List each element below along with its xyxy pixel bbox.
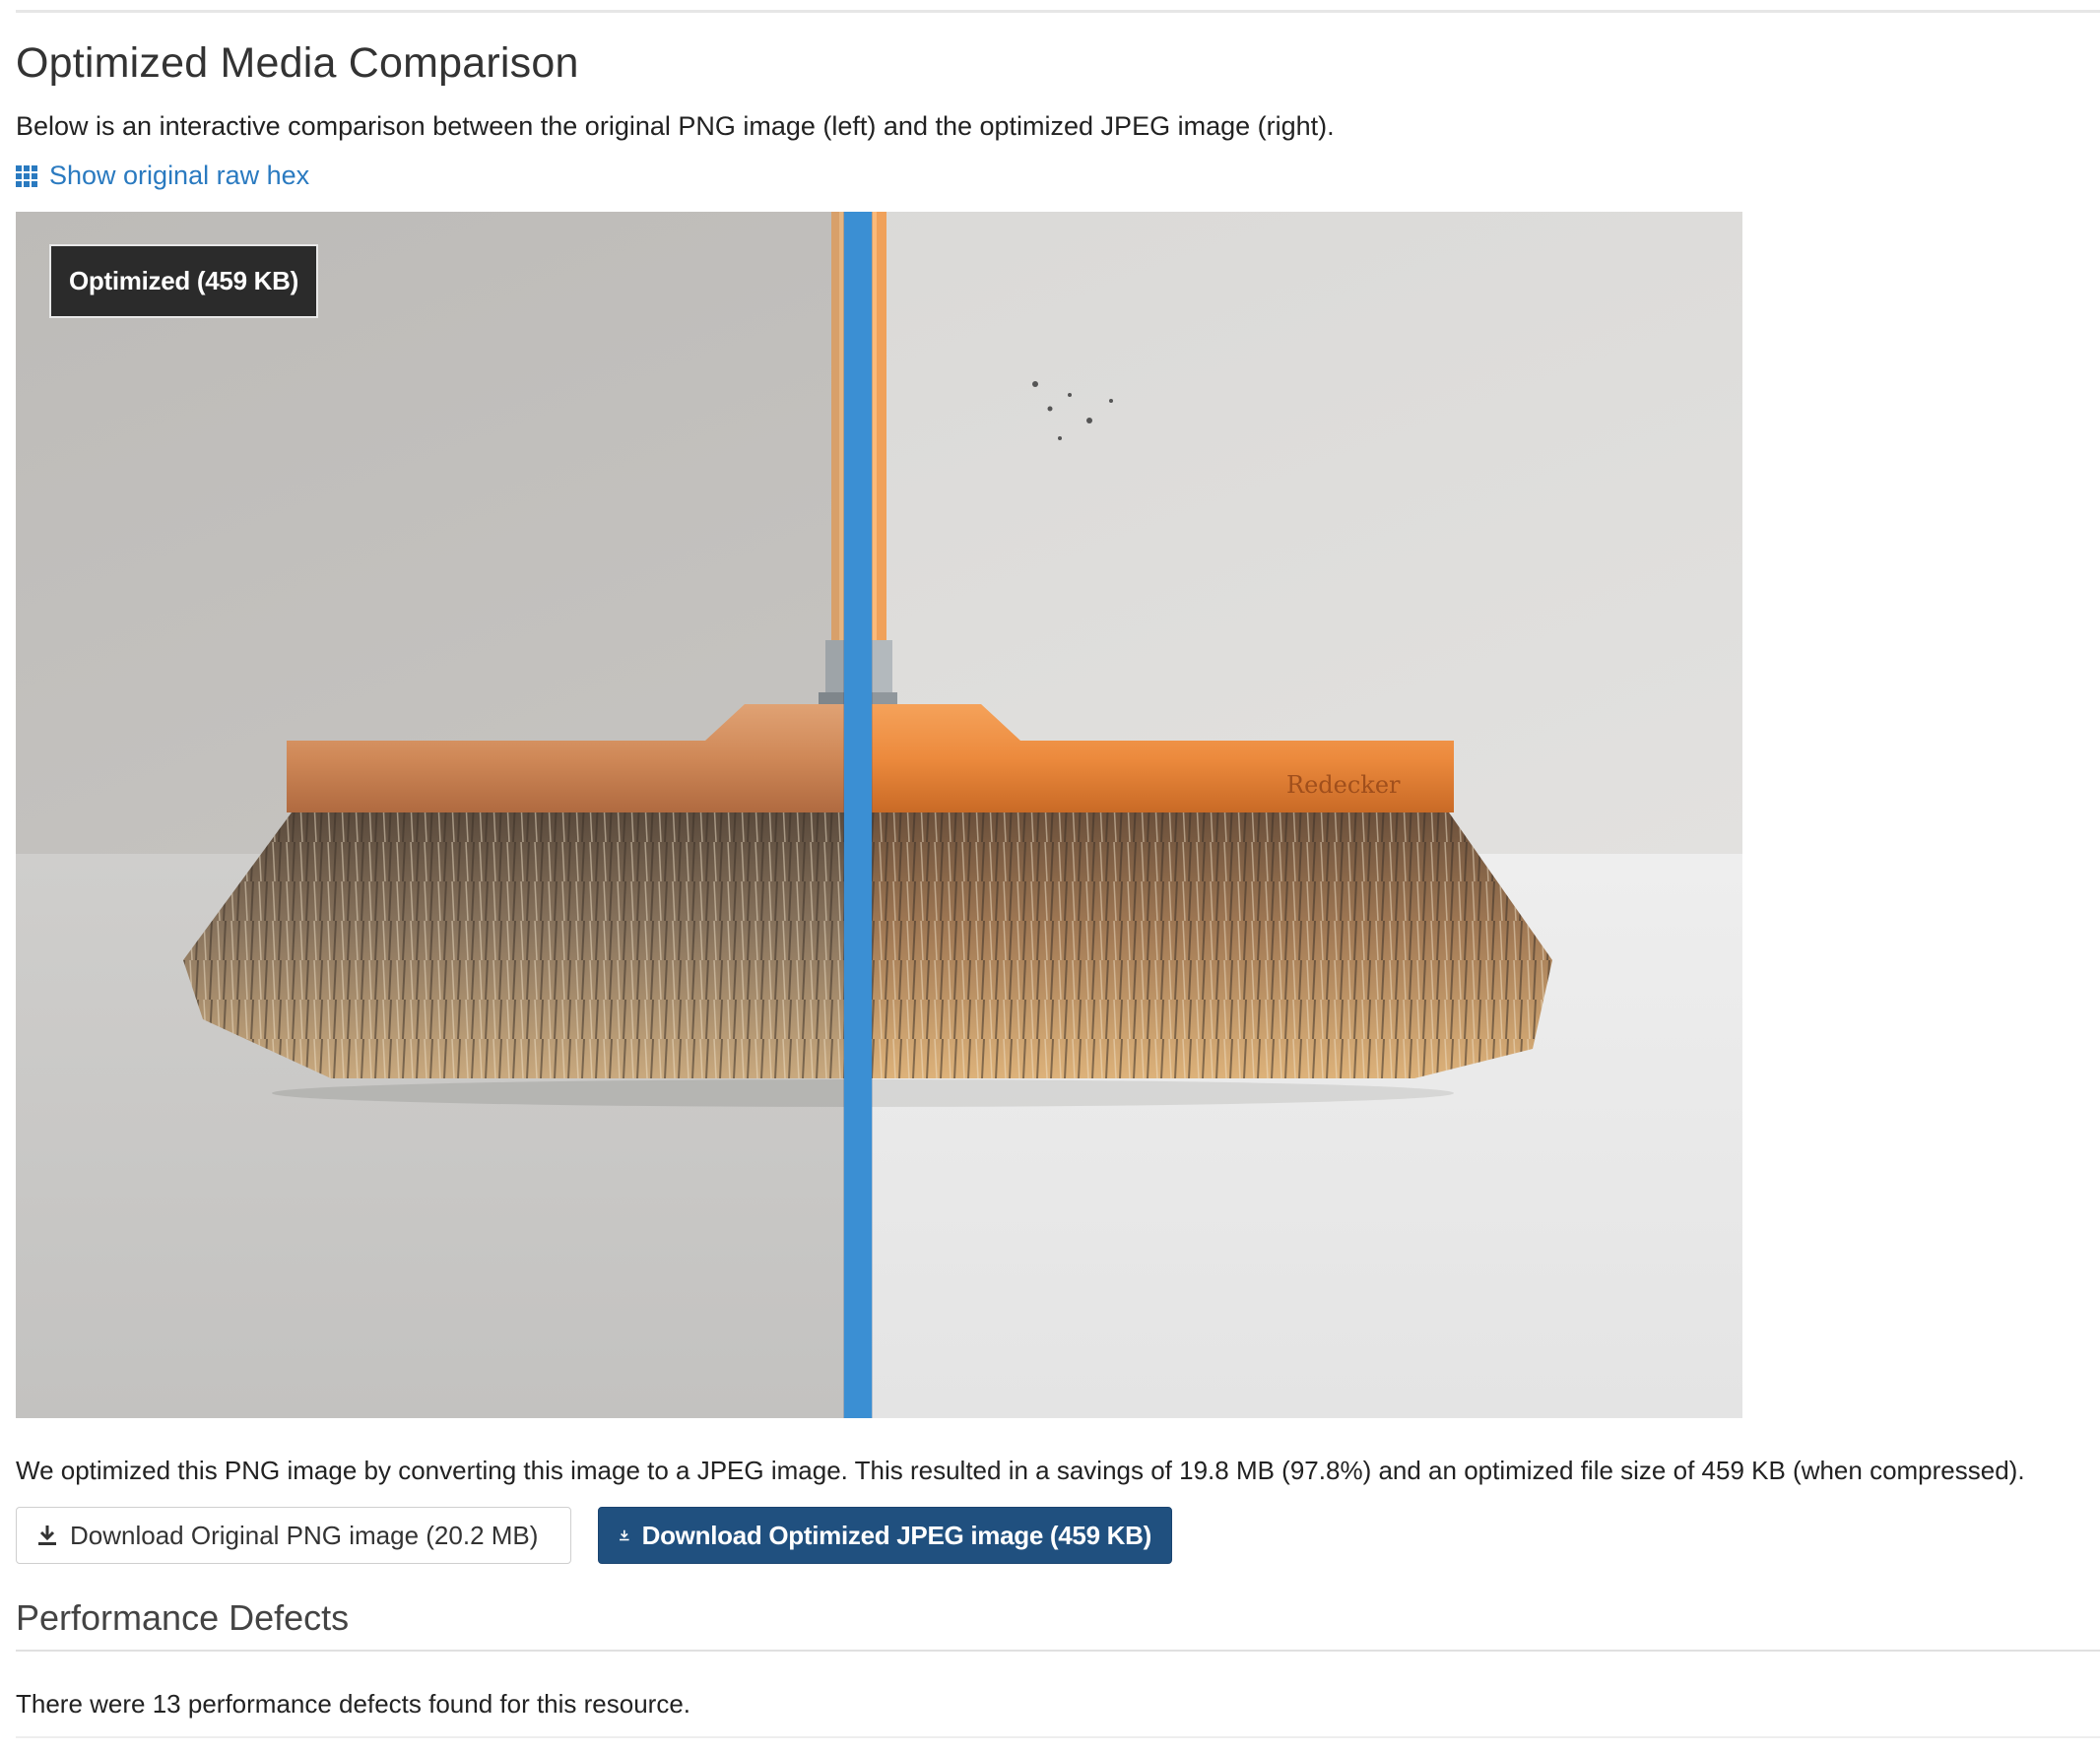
image-comparison-slider[interactable]: Redecker Optimized (459 KB) (16, 212, 1742, 1418)
comparison-divider-handle[interactable] (844, 212, 872, 1418)
intro-text: Below is an interactive comparison betwe… (16, 111, 1335, 141)
performance-divider (16, 1650, 2100, 1652)
brand-text: Redecker (1286, 771, 1401, 799)
show-raw-hex-label: Show original raw hex (49, 161, 310, 190)
broom-image: Redecker (16, 212, 1742, 1418)
grid-icon (16, 164, 37, 187)
optimized-label: Optimized (459 KB) (49, 244, 318, 318)
bottom-divider (16, 1736, 2100, 1738)
download-icon (38, 1526, 56, 1545)
download-icon (620, 1529, 629, 1541)
show-raw-hex-link[interactable]: Show original raw hex (16, 161, 309, 191)
download-optimized-button[interactable]: Download Optimized JPEG image (459 KB) (598, 1507, 1172, 1564)
top-divider (16, 10, 2100, 13)
savings-summary: We optimized this PNG image by convertin… (16, 1456, 2025, 1485)
download-original-label: Download Original PNG image (20.2 MB) (70, 1520, 539, 1550)
performance-defects-text: There were 13 performance defects found … (16, 1689, 691, 1719)
download-optimized-label: Download Optimized JPEG image (459 KB) (641, 1520, 1152, 1550)
section-title: Optimized Media Comparison (16, 39, 579, 87)
performance-defects-title: Performance Defects (16, 1597, 350, 1638)
download-original-button[interactable]: Download Original PNG image (20.2 MB) (16, 1507, 571, 1564)
